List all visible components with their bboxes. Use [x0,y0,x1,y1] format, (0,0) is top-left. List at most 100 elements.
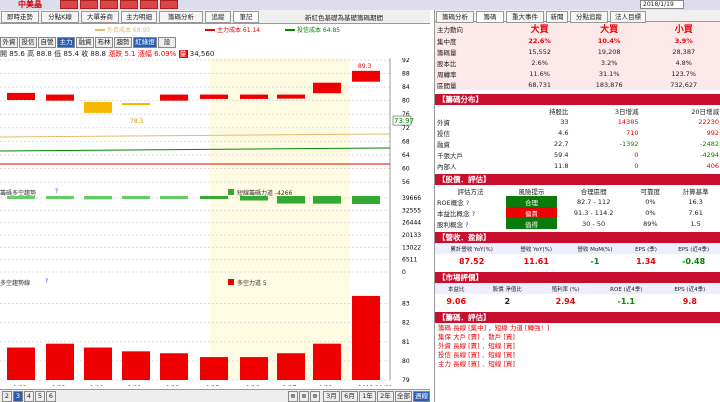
ohlc-change: 漲跌 5.1 [108,50,136,58]
cost-legend: 外資成本 68.93 主力成本 61.14 投信成本 64.85 [95,25,425,35]
dist-row-label: 投信 [437,129,450,138]
indicator-button[interactable]: 主力 [57,37,75,48]
top-action-button[interactable] [120,0,138,9]
top-action-button[interactable] [80,0,98,9]
candle [277,94,305,99]
page-button[interactable]: 4 [24,391,34,402]
trend-row: 籌碼量 15,552 19,208 28,387 [435,46,720,57]
x-tick: 1/16 [246,385,260,386]
indicator-button[interactable]: 趨勢 [114,37,132,48]
trend-row-label: 區間量 [437,81,457,90]
page-button[interactable]: 2 [2,391,12,402]
panel3-title: 多空趨勢線 [0,280,31,287]
force-bar [84,347,112,380]
trend-value: 732,627 [670,80,698,89]
ohlc-volume: 34,560 [189,50,215,58]
revenue-value-row: 87.52 11.61 -1 1.34 -0.48 [435,254,720,269]
trend-row-label: 集中度 [437,37,457,46]
tab-0[interactable]: 即時走勢 [1,11,39,23]
page-button[interactable]: 6 [46,391,56,402]
ohlc-close-label: 收 [81,50,89,58]
panel2-tick: 0 [402,269,406,276]
tab-3[interactable]: 主力明細 [121,11,157,23]
value-badge: 值得 [506,218,557,229]
zoom-in-icon[interactable]: ⊕ [288,391,298,402]
help-icon[interactable]: ? [470,210,475,218]
panel2-tick: 39666 [402,195,421,202]
top-action-button[interactable] [160,0,178,9]
market-col-header: EPS (近4季) [674,286,706,293]
indicator-button[interactable]: 投信 [19,37,37,48]
dist-value: 0 [634,161,639,170]
value-col-header: 評估方法 [457,187,484,196]
range-button[interactable]: 2年 [377,391,394,402]
indicator-button[interactable]: 融資 [76,37,94,48]
force-bar [277,353,305,380]
top-action-button[interactable] [60,0,78,9]
range-button[interactable]: 週線 [413,391,430,402]
market-header: 【市場評價】 [435,272,720,283]
right-tab-3[interactable]: 新聞 [546,11,568,23]
indicator-button[interactable]: 紅綠燈 [133,37,157,48]
indicator-toolbar: 外資 投信 自營 主力 融資 布林 趨勢 紅綠燈設 [0,37,180,48]
help-icon[interactable]: ? [55,188,58,195]
revenue-col-header: 營收 MoM(%) [577,246,613,253]
chip-eval-line: 外資 長線 [賣] ．短線 [買] [438,342,515,350]
indicator-button[interactable]: 外資 [0,37,18,48]
high-price-tag: 89.3 [358,63,372,70]
range-button[interactable]: 1年 [359,391,376,402]
trend-row: 股本比 2.6% 3.2% 4.8% [435,57,720,68]
value-col-header: 合理區間 [580,187,607,196]
right-tab-0[interactable]: 籌碼分析 [436,11,474,23]
range-button[interactable]: 3月 [323,391,340,402]
help-icon[interactable]: ? [464,199,469,207]
top-action-button[interactable] [140,0,158,9]
revenue-value: 1.34 [636,257,656,266]
right-tab-1[interactable]: 籌碼 [476,11,504,23]
market-col-header: ROE (近4季) [610,286,643,293]
right-tab-strip: 籌碼分析 籌碼 重大事件 新聞 分點追蹤 法人目標 [435,10,720,23]
help-icon[interactable]: ? [463,221,468,229]
panel3-tick: 82 [402,320,410,327]
stock-chart[interactable]: 9288848076726864605678.389.373.973966632… [0,58,430,386]
top-action-button[interactable] [100,0,118,9]
help-icon[interactable]: ? [45,278,48,285]
price-tick: 88 [402,71,410,78]
indicator-button[interactable]: 設 [158,37,176,48]
revenue-value: 87.52 [458,257,485,266]
force-bar [122,351,150,380]
tab-1[interactable]: 分點K線 [41,11,79,23]
panel2-tick: 20133 [402,232,421,239]
page-button[interactable]: 5 [35,391,45,402]
value-cell: 1.5 [690,219,701,228]
range-button[interactable]: 6月 [341,391,358,402]
value-row: ROE概念 ? 合理 82.7 - 112 0% 16.3 [435,196,720,207]
value-row-label: 本益比概念 ? [437,209,476,218]
tab-4[interactable]: 籌碼分析 [159,11,203,23]
indicator-button[interactable]: 自營 [38,37,56,48]
tab-6[interactable]: 筆記 [233,11,259,23]
candle [160,94,188,101]
x-tick: 1/17 [283,385,297,386]
panel3-legend: 多空力道 5 [237,280,267,287]
right-tab-5[interactable]: 法人目標 [610,11,646,23]
dist-value: 992 [706,128,719,137]
trend-row: 集中度 22.6% 10.4% 3.9% [435,35,720,46]
market-value: -1.1 [617,297,636,306]
legend-swatch-panel3 [228,279,234,285]
panel3-tick: 80 [402,358,410,365]
date-picker[interactable]: 2018/1/19 [640,0,684,9]
range-button[interactable]: 全部 [395,391,412,402]
search-icon[interactable]: ⊕ [310,391,320,402]
trend-value: 31.1% [598,69,620,78]
legend-swatch-main [205,29,215,31]
page-button[interactable]: 3 [13,391,23,402]
tab-5[interactable]: 追蹤 [205,11,231,23]
tab-2[interactable]: 大單券商 [81,11,119,23]
right-tab-4[interactable]: 分點追蹤 [570,11,608,23]
value-cell: 89% [643,219,658,228]
right-tab-2[interactable]: 重大事件 [506,11,544,23]
zoom-out-icon[interactable]: ⊕ [299,391,309,402]
indicator-button[interactable]: 布林 [95,37,113,48]
market-header-row: 本益比 股價 淨值比 殖利率 (%) ROE (近4季) EPS (近4季) [435,283,720,294]
